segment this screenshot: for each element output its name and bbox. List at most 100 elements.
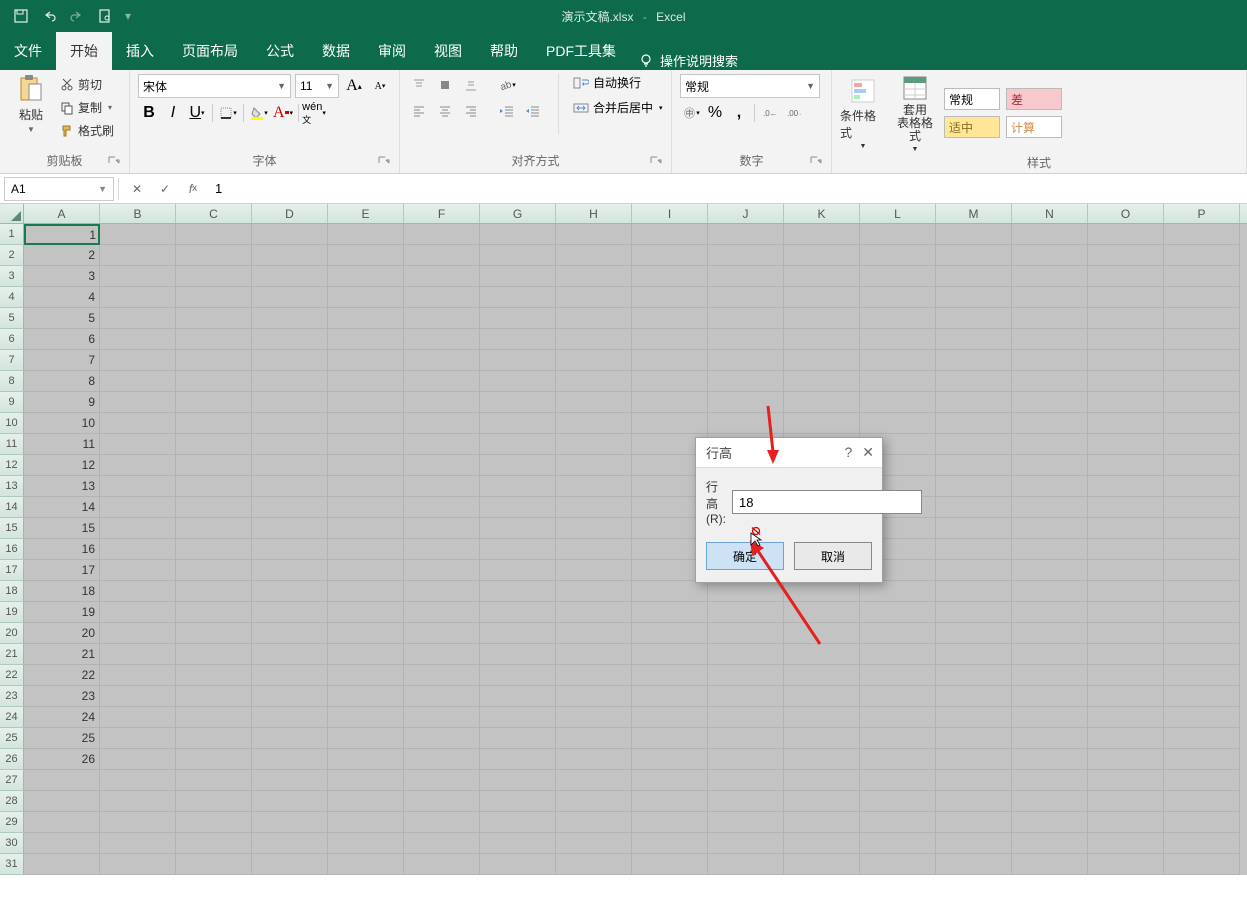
cell[interactable] (100, 812, 176, 833)
cell[interactable] (24, 812, 100, 833)
cell[interactable]: 7 (24, 350, 100, 371)
cell[interactable] (1164, 476, 1240, 497)
cut-button[interactable]: 剪切 (60, 76, 114, 93)
cell[interactable]: 25 (24, 728, 100, 749)
cell[interactable] (480, 434, 556, 455)
cell[interactable] (860, 749, 936, 770)
cell[interactable]: 11 (24, 434, 100, 455)
cell[interactable] (708, 812, 784, 833)
cell[interactable] (404, 539, 480, 560)
cell[interactable] (176, 455, 252, 476)
cell[interactable] (480, 791, 556, 812)
row-header[interactable]: 24 (0, 707, 24, 728)
cell[interactable] (328, 497, 404, 518)
cell[interactable] (1088, 455, 1164, 476)
cell[interactable] (860, 413, 936, 434)
cell[interactable] (404, 455, 480, 476)
cell[interactable] (1164, 371, 1240, 392)
cell[interactable] (860, 266, 936, 287)
cell[interactable] (784, 707, 860, 728)
cell[interactable] (176, 791, 252, 812)
cell[interactable] (784, 644, 860, 665)
cell[interactable] (556, 350, 632, 371)
cell[interactable] (632, 686, 708, 707)
cell[interactable] (936, 287, 1012, 308)
cell[interactable] (100, 224, 176, 245)
cell[interactable] (176, 749, 252, 770)
cell[interactable] (1164, 623, 1240, 644)
cell[interactable] (100, 707, 176, 728)
cell[interactable] (936, 623, 1012, 644)
cell[interactable] (1012, 728, 1088, 749)
tab-file[interactable]: 文件 (0, 32, 56, 70)
cell[interactable] (176, 707, 252, 728)
cell[interactable]: 10 (24, 413, 100, 434)
format-as-table-button[interactable]: 套用 表格格式▼ (892, 74, 938, 153)
style-bad[interactable]: 差 (1006, 88, 1062, 110)
cell[interactable] (1088, 728, 1164, 749)
cell[interactable] (556, 224, 632, 245)
cell[interactable] (632, 812, 708, 833)
cell[interactable] (252, 371, 328, 392)
cell[interactable] (1164, 833, 1240, 854)
cell[interactable] (328, 266, 404, 287)
cell[interactable] (1012, 560, 1088, 581)
column-header[interactable]: I (632, 204, 708, 223)
cell[interactable] (708, 854, 784, 875)
cell[interactable] (708, 707, 784, 728)
cell[interactable] (328, 854, 404, 875)
cell[interactable] (328, 686, 404, 707)
decrease-indent-icon[interactable] (496, 100, 518, 122)
tab-home[interactable]: 开始 (56, 32, 112, 70)
cell[interactable] (328, 623, 404, 644)
number-format-combo[interactable]: 常规▼ (680, 74, 820, 98)
row-header[interactable]: 11 (0, 434, 24, 455)
cell[interactable] (1164, 329, 1240, 350)
cell[interactable] (1164, 224, 1240, 245)
cell[interactable] (252, 812, 328, 833)
comma-format-button[interactable]: , (728, 102, 750, 124)
cell[interactable] (708, 749, 784, 770)
tab-pdf-tools[interactable]: PDF工具集 (532, 32, 630, 70)
cell[interactable] (1088, 749, 1164, 770)
cell[interactable] (176, 413, 252, 434)
cell[interactable] (176, 287, 252, 308)
cell[interactable] (1012, 350, 1088, 371)
fill-color-button[interactable]: ▾ (248, 102, 270, 124)
cell[interactable] (480, 539, 556, 560)
cell[interactable] (404, 623, 480, 644)
cell[interactable] (328, 308, 404, 329)
cell[interactable] (480, 707, 556, 728)
cell[interactable] (556, 854, 632, 875)
cell[interactable] (936, 392, 1012, 413)
cell[interactable] (708, 581, 784, 602)
cell[interactable] (784, 581, 860, 602)
cell[interactable] (784, 686, 860, 707)
cell[interactable] (1012, 644, 1088, 665)
cell[interactable] (1088, 434, 1164, 455)
cell[interactable] (936, 497, 1012, 518)
cell[interactable] (936, 770, 1012, 791)
cell[interactable] (404, 686, 480, 707)
cell[interactable] (252, 749, 328, 770)
cell[interactable] (860, 287, 936, 308)
cell[interactable] (176, 224, 252, 245)
cell[interactable] (632, 413, 708, 434)
cell[interactable] (100, 854, 176, 875)
cell[interactable] (480, 224, 556, 245)
cell[interactable] (480, 770, 556, 791)
cell[interactable] (860, 350, 936, 371)
cell[interactable] (480, 602, 556, 623)
cell[interactable] (252, 560, 328, 581)
select-all-corner[interactable] (0, 204, 24, 223)
accounting-format-icon[interactable]: ㊥▾ (680, 102, 702, 124)
cell[interactable] (404, 266, 480, 287)
cell[interactable] (632, 728, 708, 749)
cell[interactable] (708, 245, 784, 266)
cell[interactable] (860, 308, 936, 329)
cell[interactable] (784, 791, 860, 812)
dialog-help-icon[interactable]: ? (844, 444, 852, 461)
cell[interactable] (404, 413, 480, 434)
fx-icon[interactable]: fx (179, 177, 207, 201)
cell[interactable] (936, 518, 1012, 539)
